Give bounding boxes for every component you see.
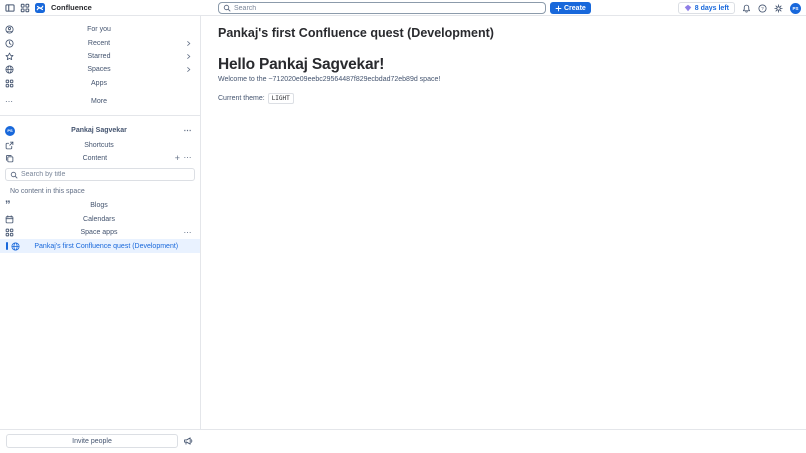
global-search[interactable] — [218, 2, 546, 14]
app-switcher-button[interactable] — [20, 3, 30, 13]
invite-people-button[interactable]: Invite people — [6, 434, 178, 448]
main-content: Pankaj's first Confluence quest (Develop… — [201, 16, 806, 429]
search-input[interactable] — [234, 5, 541, 12]
sidebar-item-label: Apps — [15, 80, 183, 87]
sidebar-item-space-apps[interactable]: Space apps ⋯ — [0, 226, 200, 239]
plus-icon — [555, 5, 562, 12]
sidebar-item-content[interactable]: Content + ⋯ — [0, 152, 200, 165]
space-avatar: PS — [5, 126, 15, 136]
globe-icon — [11, 242, 20, 251]
user-avatar[interactable]: PS — [790, 3, 801, 14]
theme-line: Current theme: LIGHT — [218, 93, 789, 104]
sidebar-toggle-button[interactable] — [5, 3, 15, 13]
top-bar: Confluence Create 8 days left ? PS — [0, 0, 806, 16]
create-button[interactable]: Create — [550, 2, 591, 14]
selected-indicator — [6, 242, 8, 250]
sidebar-item-label: Content — [15, 155, 175, 162]
sidebar-item-recent[interactable]: Recent — [0, 36, 200, 49]
main-shell: For you Recent Starred Spaces Apps ⋯ Mor — [0, 16, 806, 429]
sidebar-item-shortcuts[interactable]: Shortcuts — [0, 138, 200, 151]
sidebar-item-label: Space apps — [15, 229, 183, 236]
chevron-right-icon — [185, 66, 192, 73]
sidebar-item-label: For you — [15, 26, 183, 33]
calendar-icon — [5, 215, 14, 224]
welcome-text: Welcome to the ~712020e09eebc29564487f82… — [218, 76, 789, 83]
panel-toggle-icon — [5, 3, 15, 13]
pages-icon — [5, 154, 14, 163]
gear-icon — [774, 4, 783, 13]
space-name: Pankaj Sagvekar — [15, 127, 183, 134]
sidebar-item-for-you[interactable]: For you — [0, 23, 200, 36]
sidebar-item-label: Pankaj's first Confluence quest (Develop… — [21, 243, 193, 250]
chevron-right-icon — [185, 53, 192, 60]
bell-icon — [742, 4, 751, 13]
content-search-input[interactable] — [21, 171, 190, 178]
sidebar-item-starred[interactable]: Starred — [0, 50, 200, 63]
avatar-initials: PS — [792, 6, 798, 11]
sidebar-item-blogs[interactable]: ” Blogs — [0, 199, 200, 212]
sidebar-item-label: Starred — [15, 53, 183, 60]
megaphone-icon — [183, 436, 193, 446]
star-icon — [5, 52, 14, 61]
sidebar-item-more[interactable]: ⋯ More — [0, 95, 200, 108]
greeting-heading: Hello Pankaj Sagvekar! — [218, 56, 789, 74]
globe-icon — [5, 65, 14, 74]
help-button[interactable]: ? — [758, 4, 767, 13]
search-icon — [223, 4, 231, 12]
space-more-icon[interactable]: ⋯ — [183, 127, 192, 135]
sidebar-item-spaces[interactable]: Spaces — [0, 63, 200, 76]
grid-icon — [5, 228, 14, 237]
grid-icon — [5, 79, 14, 88]
sidebar-footer: Invite people — [0, 429, 806, 452]
theme-label: Current theme: — [218, 95, 265, 102]
page-title: Pankaj's first Confluence quest (Develop… — [218, 26, 789, 40]
feedback-button[interactable] — [183, 436, 193, 446]
sidebar-item-label: Spaces — [15, 66, 183, 73]
confluence-logo-icon — [36, 4, 44, 12]
search-icon — [10, 171, 18, 179]
svg-text:?: ? — [761, 6, 764, 12]
sidebar-divider — [0, 115, 200, 116]
content-more-icon[interactable]: ⋯ — [183, 154, 192, 162]
space-apps-more-icon[interactable]: ⋯ — [183, 229, 192, 237]
content-search[interactable] — [5, 168, 195, 181]
clock-icon — [5, 39, 14, 48]
empty-content-note: No content in this space — [0, 185, 200, 199]
person-circle-icon — [5, 25, 14, 34]
topbar-right-group: 8 days left ? PS — [678, 0, 801, 16]
sidebar-item-label: Recent — [15, 40, 183, 47]
sidebar-item-calendars[interactable]: Calendars — [0, 213, 200, 226]
shortcut-icon — [5, 141, 14, 150]
sidebar-item-label: Blogs — [15, 202, 183, 209]
sidebar-item-label: More — [15, 98, 183, 105]
sidebar-item-apps[interactable]: Apps — [0, 77, 200, 90]
app-switcher-icon — [20, 3, 30, 13]
sidebar-item-selected-quest[interactable]: Pankaj's first Confluence quest (Develop… — [0, 239, 200, 253]
app-name: Confluence — [51, 3, 92, 12]
gem-icon — [684, 4, 692, 12]
chevron-right-icon — [185, 40, 192, 47]
help-icon: ? — [758, 4, 767, 13]
sidebar-item-label: Calendars — [15, 216, 183, 223]
sidebar-item-label: Shortcuts — [15, 142, 183, 149]
quote-icon: ” — [5, 203, 15, 208]
confluence-logo[interactable] — [35, 3, 45, 13]
space-header[interactable]: PS Pankaj Sagvekar ⋯ — [0, 123, 200, 138]
trial-days-label: 8 days left — [695, 5, 729, 12]
theme-value-badge: LIGHT — [268, 93, 294, 104]
sidebar: For you Recent Starred Spaces Apps ⋯ Mor — [0, 16, 201, 429]
notifications-button[interactable] — [742, 4, 751, 13]
add-content-icon[interactable]: + — [175, 154, 180, 163]
create-label: Create — [564, 5, 586, 12]
settings-button[interactable] — [774, 4, 783, 13]
ellipsis-icon: ⋯ — [5, 98, 15, 106]
trial-days-button[interactable]: 8 days left — [678, 2, 735, 14]
